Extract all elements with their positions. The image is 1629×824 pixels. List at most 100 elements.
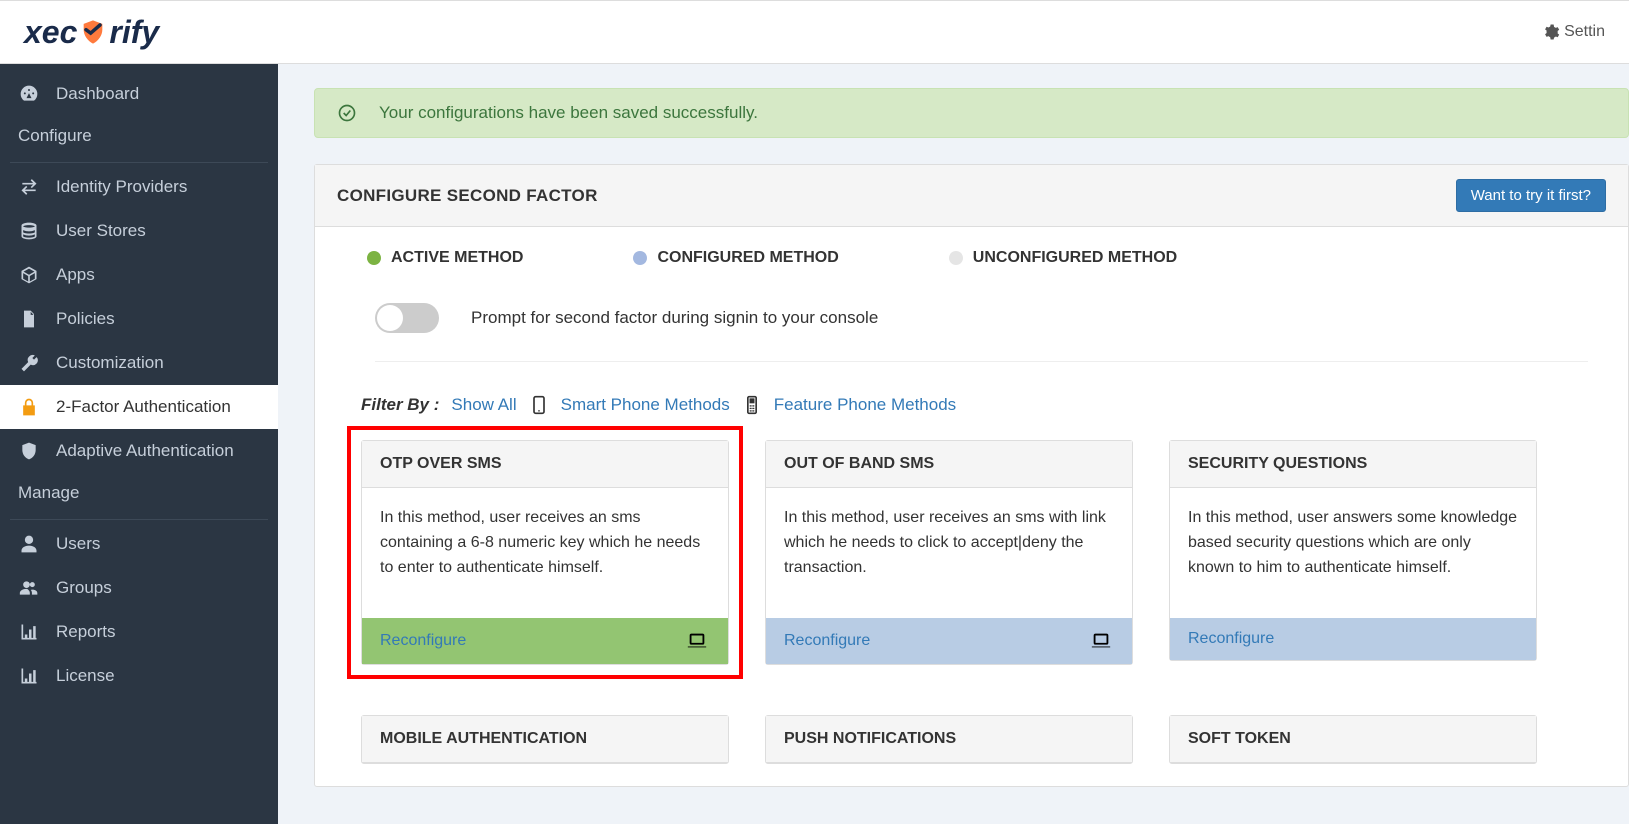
toggle-label: Prompt for second factor during signin t… (471, 308, 878, 328)
status-legend: ACTIVE METHOD CONFIGURED METHOD UNCONFIG… (367, 249, 1588, 267)
logo: xec rify (24, 14, 159, 51)
laptop-icon (1088, 630, 1114, 652)
sidebar-divider (10, 519, 268, 520)
legend-active: ACTIVE METHOD (367, 249, 523, 267)
sidebar-item-customization[interactable]: Customization (0, 341, 278, 385)
reconfigure-link[interactable]: Reconfigure (380, 632, 466, 650)
sidebar: Dashboard Configure Identity Providers U… (0, 64, 278, 824)
filter-feature-phone[interactable]: Feature Phone Methods (774, 395, 956, 415)
sidebar-item-2fa[interactable]: 2-Factor Authentication (0, 385, 278, 429)
card-title: SOFT TOKEN (1170, 716, 1536, 763)
sidebar-item-policies[interactable]: Policies (0, 297, 278, 341)
sidebar-item-label: Adaptive Authentication (56, 441, 234, 461)
card-highlight-frame: OTP OVER SMS In this method, user receiv… (347, 426, 743, 679)
card-wrap: MOBILE AUTHENTICATION (361, 715, 729, 764)
card-title: OUT OF BAND SMS (766, 441, 1132, 488)
topbar: xec rify Settin (0, 0, 1629, 64)
card-description: In this method, user answers some knowle… (1170, 488, 1536, 618)
sidebar-item-adaptive-auth[interactable]: Adaptive Authentication (0, 429, 278, 473)
smartphone-icon (529, 392, 549, 418)
check-circle-icon (337, 103, 357, 123)
try-it-button[interactable]: Want to try it first? (1456, 179, 1606, 212)
gear-icon (1542, 23, 1560, 41)
card-wrap: SOFT TOKEN (1169, 715, 1537, 764)
cards-row-1: OTP OVER SMS In this method, user receiv… (361, 440, 1588, 697)
laptop-icon (684, 630, 710, 652)
sidebar-item-label: License (56, 666, 115, 686)
filter-label: Filter By : (361, 395, 439, 415)
sidebar-section-configure: Configure (0, 116, 278, 158)
dashboard-icon (18, 84, 40, 104)
dot-configured-icon (633, 251, 647, 265)
shield-icon (18, 441, 40, 461)
card-description: In this method, user receives an sms con… (362, 488, 728, 618)
card-title: PUSH NOTIFICATIONS (766, 716, 1132, 763)
card-footer: Reconfigure (1170, 618, 1536, 660)
sidebar-item-label: User Stores (56, 221, 146, 241)
sidebar-item-identity-providers[interactable]: Identity Providers (0, 165, 278, 209)
sidebar-item-user-stores[interactable]: User Stores (0, 209, 278, 253)
filter-show-all[interactable]: Show All (451, 395, 516, 415)
featurephone-icon (742, 392, 762, 418)
sidebar-section-manage: Manage (0, 473, 278, 515)
sidebar-item-label: 2-Factor Authentication (56, 397, 231, 417)
dot-unconfigured-icon (949, 251, 963, 265)
sidebar-item-label: Dashboard (56, 84, 139, 104)
cards-row-2: MOBILE AUTHENTICATION PUSH NOTIFICATIONS… (361, 715, 1588, 764)
sidebar-item-label: Customization (56, 353, 164, 373)
file-icon (18, 309, 40, 329)
method-card: MOBILE AUTHENTICATION (361, 715, 729, 764)
sidebar-item-label: Users (56, 534, 100, 554)
sidebar-item-dashboard[interactable]: Dashboard (0, 72, 278, 116)
prompt-toggle[interactable] (375, 303, 439, 333)
content-area: Your configurations have been saved succ… (278, 64, 1629, 824)
filter-row: Filter By : Show All Smart Phone Methods… (361, 392, 1588, 418)
card-title: MOBILE AUTHENTICATION (362, 716, 728, 763)
panel-title: CONFIGURE SECOND FACTOR (337, 186, 598, 206)
card-title: OTP OVER SMS (362, 441, 728, 488)
sidebar-item-reports[interactable]: Reports (0, 610, 278, 654)
settings-link[interactable]: Settin (1542, 23, 1605, 41)
cube-icon (18, 265, 40, 285)
alert-text: Your configurations have been saved succ… (379, 103, 758, 123)
card-footer: Reconfigure (766, 618, 1132, 664)
filter-smart-phone[interactable]: Smart Phone Methods (561, 395, 730, 415)
success-alert: Your configurations have been saved succ… (314, 88, 1629, 138)
method-card: SOFT TOKEN (1169, 715, 1537, 764)
card-description: In this method, user receives an sms wit… (766, 488, 1132, 618)
legend-configured: CONFIGURED METHOD (633, 249, 838, 267)
sidebar-item-label: Reports (56, 622, 116, 642)
sidebar-item-groups[interactable]: Groups (0, 566, 278, 610)
sidebar-item-users[interactable]: Users (0, 522, 278, 566)
reconfigure-link[interactable]: Reconfigure (1188, 630, 1274, 648)
exchange-icon (18, 177, 40, 197)
reconfigure-link[interactable]: Reconfigure (784, 632, 870, 650)
lock-icon (18, 397, 40, 417)
sidebar-item-license[interactable]: License (0, 654, 278, 698)
toggle-row: Prompt for second factor during signin t… (375, 303, 1588, 362)
configure-panel: CONFIGURE SECOND FACTOR Want to try it f… (314, 164, 1629, 787)
method-card: PUSH NOTIFICATIONS (765, 715, 1133, 764)
toggle-knob (377, 305, 403, 331)
method-card: OUT OF BAND SMS In this method, user rec… (765, 440, 1133, 665)
panel-header: CONFIGURE SECOND FACTOR Want to try it f… (315, 165, 1628, 227)
card-wrap: OUT OF BAND SMS In this method, user rec… (765, 440, 1133, 697)
sidebar-item-apps[interactable]: Apps (0, 253, 278, 297)
card-footer: Reconfigure (362, 618, 728, 664)
method-card: SECURITY QUESTIONS In this method, user … (1169, 440, 1537, 661)
sidebar-item-label: Policies (56, 309, 115, 329)
sidebar-item-label: Apps (56, 265, 95, 285)
logo-shield-icon (79, 18, 107, 46)
database-icon (18, 221, 40, 241)
sidebar-item-label: Identity Providers (56, 177, 187, 197)
wrench-icon (18, 353, 40, 373)
chart-icon (18, 622, 40, 642)
card-wrap: PUSH NOTIFICATIONS (765, 715, 1133, 764)
sidebar-divider (10, 162, 268, 163)
method-card: OTP OVER SMS In this method, user receiv… (361, 440, 729, 665)
user-icon (18, 534, 40, 554)
users-icon (18, 578, 40, 598)
card-wrap: SECURITY QUESTIONS In this method, user … (1169, 440, 1537, 697)
sidebar-item-label: Groups (56, 578, 112, 598)
card-title: SECURITY QUESTIONS (1170, 441, 1536, 488)
